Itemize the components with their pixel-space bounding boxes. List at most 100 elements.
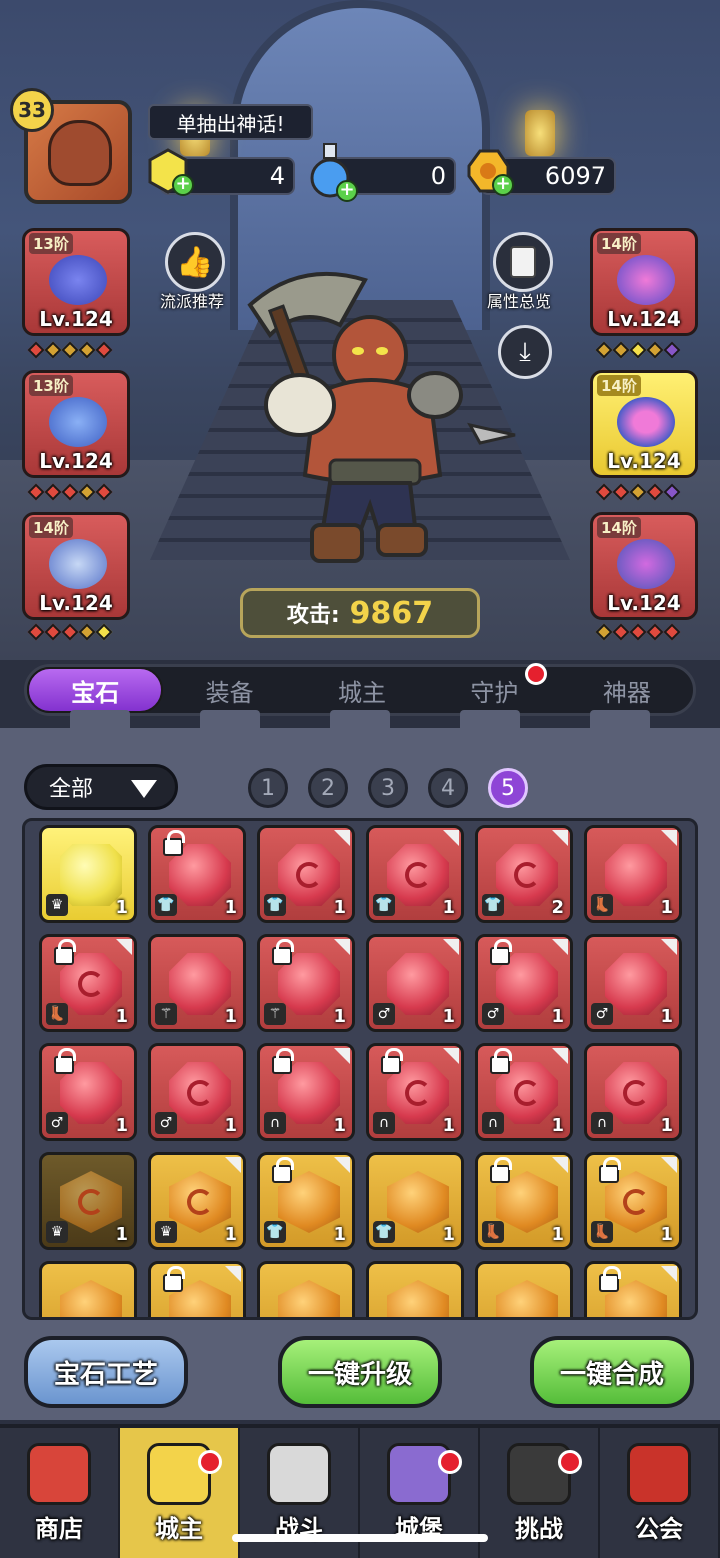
gem-slot[interactable]: ♛ 1 bbox=[39, 825, 137, 923]
gem-slot[interactable]: ♛ 1 bbox=[39, 1152, 137, 1250]
equip-level: Lv.124 bbox=[39, 591, 113, 615]
gem-icon bbox=[605, 953, 667, 1015]
swirl-mark-icon bbox=[623, 1189, 649, 1215]
equip-slot-icon: ♂ bbox=[155, 1112, 177, 1134]
equip-slot-icon: ♛ bbox=[46, 1221, 68, 1243]
lock-icon bbox=[54, 1048, 76, 1074]
filter-label: 全部 bbox=[49, 777, 94, 802]
player-title[interactable]: 单抽出神话! bbox=[148, 104, 313, 140]
equip-slot-icon: ⚚ bbox=[155, 1003, 177, 1025]
gem-slot[interactable] bbox=[148, 1261, 246, 1317]
nav-guild-banner[interactable]: 公会 bbox=[600, 1428, 720, 1558]
gem-currency-icon[interactable]: + bbox=[146, 148, 194, 196]
equip-slot-icon: 👕 bbox=[373, 1221, 395, 1243]
gem-slot[interactable]: 👕 1 bbox=[257, 1152, 355, 1250]
equip-slot-icon: 👕 bbox=[373, 894, 395, 916]
recommend-button[interactable]: 👍 bbox=[165, 232, 225, 292]
equip-slot-icon: 👕 bbox=[264, 894, 286, 916]
gem-slot[interactable]: 👢 1 bbox=[584, 825, 682, 923]
add-gem-icon[interactable]: + bbox=[172, 174, 194, 196]
lock-icon bbox=[54, 939, 76, 965]
gem-slot[interactable]: ♂ 1 bbox=[366, 934, 464, 1032]
upgrade-all-button[interactable]: 一键升级 bbox=[278, 1336, 442, 1408]
equip-slot-ring[interactable]: 14阶 Lv.124 bbox=[590, 370, 698, 478]
panel-crenel bbox=[70, 710, 130, 734]
page-2-button[interactable]: 2 bbox=[308, 768, 348, 808]
gem-slot[interactable]: 👢 1 bbox=[39, 934, 137, 1032]
nav-label: 城主 bbox=[155, 1515, 203, 1543]
gem-slot[interactable]: 👕 1 bbox=[366, 1152, 464, 1250]
equip-slot-hat[interactable]: 13阶 Lv.124 bbox=[22, 228, 130, 336]
equip-level: Lv.124 bbox=[607, 591, 681, 615]
home-indicator bbox=[232, 1534, 488, 1542]
orc-hero-character[interactable] bbox=[230, 265, 520, 575]
nav-shop[interactable]: 商店 bbox=[0, 1428, 120, 1558]
gem-slot[interactable]: 👕 1 bbox=[366, 825, 464, 923]
gem-slot[interactable]: 👕 1 bbox=[257, 825, 355, 923]
gem-slot[interactable] bbox=[257, 1261, 355, 1317]
gem-slot[interactable]: 👢 1 bbox=[584, 1152, 682, 1250]
equip-level: Lv.124 bbox=[39, 449, 113, 473]
tab-lord[interactable]: 城主 bbox=[296, 667, 428, 713]
gem-slot[interactable]: ∩ 1 bbox=[584, 1043, 682, 1141]
tab-artifact[interactable]: 神器 bbox=[561, 667, 693, 713]
gem-slot[interactable]: ♂ 1 bbox=[148, 1043, 246, 1141]
equip-level: Lv.124 bbox=[607, 449, 681, 473]
page-1-button[interactable]: 1 bbox=[248, 768, 288, 808]
swirl-mark-icon bbox=[623, 1080, 649, 1106]
gem-slot[interactable]: ∩ 1 bbox=[257, 1043, 355, 1141]
gem-count: 1 bbox=[333, 1115, 346, 1136]
nav-demon[interactable]: 挑战 bbox=[480, 1428, 600, 1558]
equip-slot-icon: ∩ bbox=[264, 1112, 286, 1134]
gem-count: 1 bbox=[442, 1006, 455, 1027]
gem-count: 1 bbox=[115, 1224, 128, 1245]
corner-flag-icon bbox=[334, 939, 350, 955]
page-4-button[interactable]: 4 bbox=[428, 768, 468, 808]
gem-craft-button[interactable]: 宝石工艺 bbox=[24, 1336, 188, 1408]
add-gold-icon[interactable]: + bbox=[492, 174, 514, 196]
gem-count: 1 bbox=[660, 1006, 673, 1027]
page-5-button[interactable]: 5 bbox=[488, 768, 528, 808]
gem-slot[interactable]: 👕 2 bbox=[475, 825, 573, 923]
equip-tier: 13阶 bbox=[29, 233, 73, 254]
gem-slot[interactable]: ♂ 1 bbox=[475, 934, 573, 1032]
page-3-button[interactable]: 3 bbox=[368, 768, 408, 808]
gem-slot[interactable]: 👢 1 bbox=[475, 1152, 573, 1250]
add-potion-icon[interactable]: + bbox=[336, 180, 358, 202]
equip-slot-icon: ♂ bbox=[46, 1112, 68, 1134]
gem-slot[interactable] bbox=[475, 1261, 573, 1317]
gem-slot[interactable]: ♛ 1 bbox=[148, 1152, 246, 1250]
lock-icon bbox=[272, 1157, 294, 1183]
equip-slot-robe[interactable]: 13阶 Lv.124 bbox=[22, 370, 130, 478]
tab-guard[interactable]: 守护 bbox=[428, 663, 560, 713]
merge-all-button[interactable]: 一键合成 bbox=[530, 1336, 694, 1408]
equip-tier: 14阶 bbox=[597, 233, 641, 254]
gem-slot[interactable]: 👕 1 bbox=[148, 825, 246, 923]
gem-count: 1 bbox=[224, 1224, 237, 1245]
nav-crown[interactable]: 城主 bbox=[120, 1428, 240, 1558]
gem-icon bbox=[496, 1280, 558, 1317]
attack-display: 攻击: 9867 bbox=[240, 588, 480, 638]
equip-slot-boot[interactable]: 14阶 Lv.124 bbox=[22, 512, 130, 620]
gem-slot[interactable]: ♂ 1 bbox=[584, 934, 682, 1032]
equip-slot-icon: 👢 bbox=[482, 1221, 504, 1243]
gem-slot[interactable]: ⚚ 1 bbox=[257, 934, 355, 1032]
category-tabs: 宝石 装备 城主 守护 神器 bbox=[24, 663, 696, 716]
gem-count: 1 bbox=[224, 897, 237, 918]
gem-slot[interactable] bbox=[39, 1261, 137, 1317]
notification-dot bbox=[558, 1450, 582, 1474]
tab-gems[interactable]: 宝石 bbox=[27, 667, 164, 713]
gem-slot[interactable]: ♂ 1 bbox=[39, 1043, 137, 1141]
gem-slot[interactable]: ∩ 1 bbox=[475, 1043, 573, 1141]
equip-slot-staff[interactable]: 14阶 Lv.124 bbox=[590, 228, 698, 336]
gem-slot[interactable] bbox=[584, 1261, 682, 1317]
tab-equipment[interactable]: 装备 bbox=[163, 667, 295, 713]
potion-currency-icon[interactable]: + bbox=[306, 142, 358, 202]
gem-slot[interactable]: ∩ 1 bbox=[366, 1043, 464, 1141]
equip-slot-necklace[interactable]: 14阶 Lv.124 bbox=[590, 512, 698, 620]
equip-level: Lv.124 bbox=[39, 307, 113, 331]
gem-slot[interactable] bbox=[366, 1261, 464, 1317]
gem-filter-dropdown[interactable]: 全部 bbox=[24, 764, 178, 810]
gold-coin-icon[interactable]: + bbox=[466, 148, 514, 196]
gem-slot[interactable]: ⚚ 1 bbox=[148, 934, 246, 1032]
